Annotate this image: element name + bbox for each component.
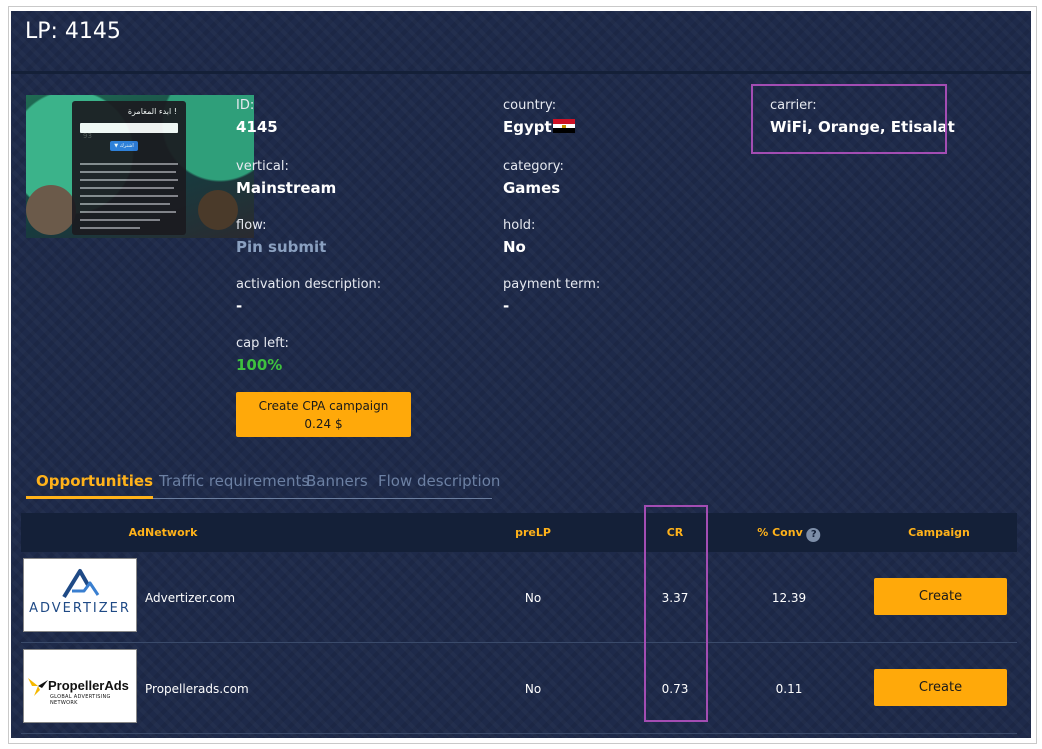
- page-title: LP: 4145: [25, 19, 121, 44]
- conv-value: 12.39: [771, 591, 807, 605]
- create-cpa-campaign-button[interactable]: Create CPA campaign 0.24 $: [236, 392, 411, 437]
- table-header: AdNetwork preLP CR % Conv? Campaign: [21, 513, 1017, 552]
- preview-title: ابدء المغامرة !: [127, 107, 177, 116]
- field-country: country: Egypt: [503, 98, 575, 136]
- field-category-label: category:: [503, 159, 564, 174]
- cr-column-highlight: [644, 505, 708, 722]
- network-name: Advertizer.com: [145, 591, 236, 605]
- propellerads-logo-text: PropellerAds: [48, 678, 129, 693]
- lp-panel: LP: 4145 ابدء المغامرة ! 93 ▼ اشترك ID: …: [11, 11, 1031, 738]
- preview-text-line: [80, 179, 178, 181]
- page-header: LP: 4145: [11, 11, 1031, 74]
- propellerads-logo: PropellerAds GLOBAL ADVERTISING NETWORK: [23, 649, 137, 723]
- preview-decoration: [198, 190, 238, 230]
- egypt-flag-icon: [552, 119, 575, 133]
- preview-text-line: [80, 219, 160, 221]
- preview-card: ابدء المغامرة ! 93 ▼ اشترك: [72, 101, 186, 235]
- active-tab-indicator: [26, 496, 153, 499]
- table-row: ADVERTIZER Advertizer.com No 3.37 12.39 …: [21, 552, 1017, 643]
- propellerads-wordmark: PropellerAds: [48, 678, 129, 693]
- tab-traffic-requirements[interactable]: Traffic requirements: [159, 472, 309, 490]
- field-payment-term: payment term: -: [503, 277, 600, 315]
- preview-text-line: [80, 187, 174, 189]
- help-icon[interactable]: ?: [806, 528, 821, 542]
- field-vertical: vertical: Mainstream: [236, 159, 336, 197]
- network-name: Propellerads.com: [145, 682, 249, 696]
- create-cpa-campaign-label: Create CPA campaign: [258, 399, 389, 413]
- preview-button: ▼ اشترك: [110, 141, 138, 151]
- tab-banners[interactable]: Banners: [306, 472, 368, 490]
- preview-text-line: [80, 211, 176, 213]
- field-hold-value: No: [503, 238, 526, 256]
- conv-value: 0.11: [775, 682, 803, 696]
- field-cap-left: cap left: 100%: [236, 336, 289, 374]
- header-conv[interactable]: % Conv?: [757, 526, 821, 542]
- field-category-value: Games: [503, 179, 561, 197]
- tab-opportunities[interactable]: Opportunities: [36, 472, 153, 490]
- propeller-icon: [28, 678, 48, 696]
- field-payment-term-label: payment term:: [503, 277, 601, 292]
- field-flow-label: flow:: [236, 218, 267, 233]
- header-prelp[interactable]: preLP: [515, 526, 551, 539]
- preview-text-line: [80, 195, 178, 197]
- header-conv-label: % Conv: [757, 526, 803, 539]
- prelp-value: No: [524, 682, 542, 696]
- tab-bar: Opportunities Traffic requirements Banne…: [26, 470, 500, 499]
- field-payment-term-value: -: [503, 297, 510, 315]
- landing-page-preview[interactable]: ابدء المغامرة ! 93 ▼ اشترك: [26, 95, 254, 238]
- advertizer-logo-text: ADVERTIZER: [29, 601, 131, 616]
- header-adnetwork[interactable]: AdNetwork: [129, 526, 198, 539]
- tab-flow-description[interactable]: Flow description: [378, 472, 500, 490]
- field-flow-value: Pin submit: [236, 238, 327, 256]
- advertizer-a-icon: [62, 569, 100, 599]
- field-id-value: 4145: [236, 118, 278, 136]
- header-campaign: Campaign: [908, 526, 970, 539]
- field-category: category: Games: [503, 159, 564, 197]
- preview-text-line: [80, 171, 176, 173]
- field-country-value: Egypt: [503, 118, 575, 136]
- create-cpa-campaign-price: 0.24 $: [304, 417, 343, 431]
- table-row: PropellerAds GLOBAL ADVERTISING NETWORK …: [21, 643, 1017, 734]
- preview-input-value: 93: [83, 132, 92, 140]
- field-id: ID: 4145: [236, 98, 278, 136]
- field-activation-description: activation description: -: [236, 277, 381, 315]
- preview-decoration: [26, 185, 76, 235]
- prelp-value: No: [524, 591, 542, 605]
- preview-text-line: [80, 163, 178, 165]
- preview-input: 93: [80, 123, 178, 140]
- field-vertical-label: vertical:: [236, 159, 289, 174]
- preview-text-line: [80, 227, 140, 229]
- field-country-label: country:: [503, 98, 557, 113]
- field-activation-description-value: -: [236, 297, 243, 315]
- field-flow: flow: Pin submit: [236, 218, 326, 256]
- propellerads-logo-subtitle: GLOBAL ADVERTISING NETWORK: [50, 694, 111, 706]
- field-cap-left-label: cap left:: [236, 336, 289, 351]
- preview-button-label: ▼ اشترك: [114, 143, 134, 149]
- opportunities-table: AdNetwork preLP CR % Conv? Campaign ADVE…: [21, 513, 1017, 734]
- field-hold-label: hold:: [503, 218, 536, 233]
- field-cap-left-value: 100%: [236, 356, 283, 374]
- advertizer-logo: ADVERTIZER: [23, 558, 137, 632]
- field-id-label: ID:: [236, 98, 255, 113]
- create-campaign-button[interactable]: Create: [874, 669, 1007, 706]
- create-campaign-button[interactable]: Create: [874, 578, 1007, 615]
- country-name: Egypt: [503, 118, 552, 136]
- carrier-highlight: [751, 84, 947, 154]
- field-vertical-value: Mainstream: [236, 179, 337, 197]
- field-hold: hold: No: [503, 218, 535, 256]
- field-activation-description-label: activation description:: [236, 277, 382, 292]
- preview-text-line: [80, 203, 170, 205]
